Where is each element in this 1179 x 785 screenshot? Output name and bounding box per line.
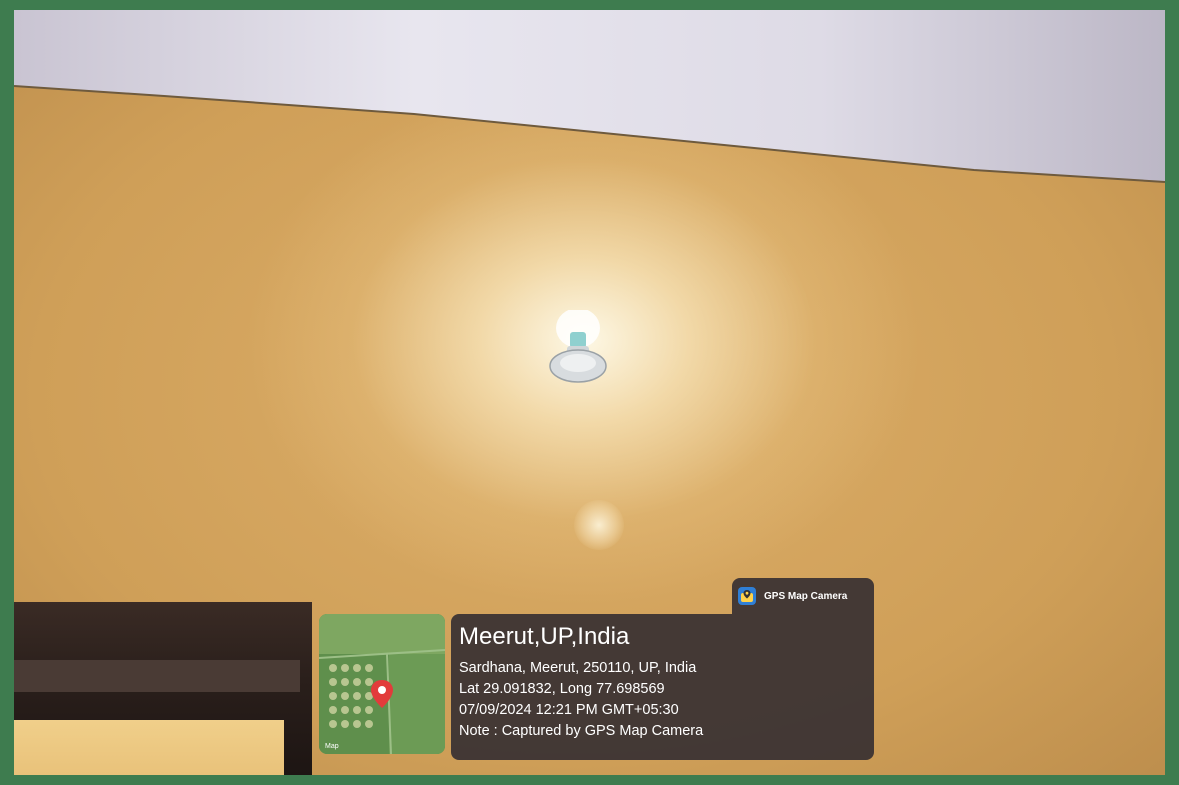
door-opening bbox=[14, 720, 284, 775]
satellite-map-image bbox=[319, 614, 445, 754]
gps-map-camera-badge[interactable]: GPS Map Camera bbox=[732, 578, 874, 614]
capture-datetime: 07/09/2024 12:21 PM GMT+05:30 bbox=[459, 702, 679, 718]
location-coordinates: Lat 29.091832, Long 77.698569 bbox=[459, 681, 665, 697]
ceiling bbox=[14, 10, 1165, 200]
gps-map-camera-app-icon bbox=[738, 587, 756, 605]
location-title: Meerut,UP,India bbox=[459, 623, 630, 650]
photo-frame: Map GPS Map Camera Meerut,UP,India Sardh… bbox=[0, 0, 1179, 785]
light-bulb bbox=[546, 308, 610, 390]
gps-badge-label: GPS Map Camera bbox=[764, 590, 848, 602]
door-frame bbox=[14, 660, 300, 692]
map-label: Map bbox=[325, 743, 339, 750]
capture-note: Note : Captured by GPS Map Camera bbox=[459, 723, 704, 739]
location-info-panel: Meerut,UP,India Sardhana, Meerut, 250110… bbox=[451, 614, 874, 760]
photo: Map GPS Map Camera Meerut,UP,India Sardh… bbox=[14, 10, 1165, 775]
location-address: Sardhana, Meerut, 250110, UP, India bbox=[459, 660, 697, 676]
light-reflection bbox=[574, 500, 624, 550]
map-thumbnail[interactable]: Map bbox=[319, 614, 445, 754]
doorway bbox=[14, 602, 312, 775]
